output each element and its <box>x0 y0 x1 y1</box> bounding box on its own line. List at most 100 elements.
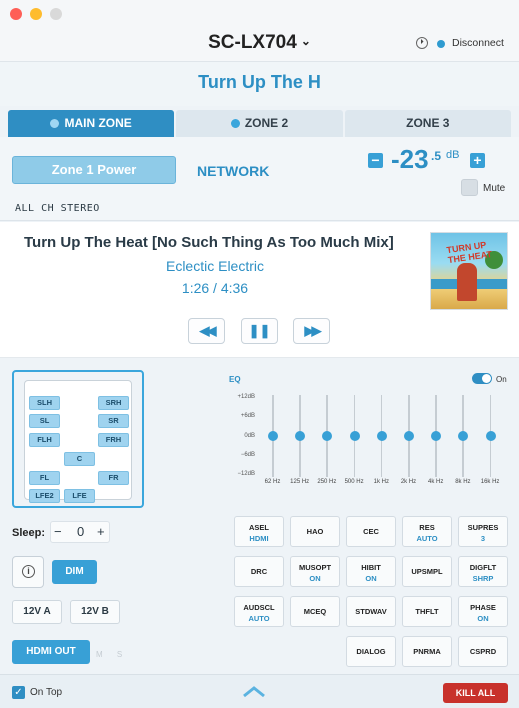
volume-down-button[interactable]: − <box>368 153 383 168</box>
command-asel-button[interactable]: ASEL HDMI <box>234 516 284 547</box>
speaker-frh: FRH <box>98 433 129 447</box>
footer-bar: ✓ On Top KILL ALL <box>0 674 519 708</box>
command-musopt-button[interactable]: MUSOPT ON <box>290 556 340 587</box>
eq-slider-knob[interactable] <box>485 431 496 441</box>
disconnect-button[interactable]: Disconnect <box>452 37 504 49</box>
on-top-checkbox[interactable]: ✓ <box>12 686 25 699</box>
eq-slider[interactable] <box>449 395 476 477</box>
tab-main-zone[interactable]: MAIN ZONE <box>8 110 175 137</box>
dim-button[interactable]: DIM <box>52 560 97 584</box>
command-drc-button[interactable]: DRC <box>234 556 284 587</box>
speaker-srh: SRH <box>98 396 129 410</box>
minimize-window-button[interactable] <box>30 8 42 20</box>
settings-panel: SLH SRH SL SR FLH FRH C FL FR LFE2 LFE E… <box>0 358 519 672</box>
info-icon: i <box>22 565 35 578</box>
command-hao-button[interactable]: HAO <box>290 516 340 547</box>
eq-band-label: 1k Hz <box>373 479 389 485</box>
command-label: RES <box>419 523 435 532</box>
now-playing-banner: Turn Up The H <box>0 62 519 106</box>
command-thflt-button[interactable]: THFLT <box>402 596 452 627</box>
sleep-decrease-button[interactable]: − <box>54 522 62 542</box>
command-digflt-button[interactable]: DIGFLT SHRP <box>458 556 508 587</box>
mute-label: Mute <box>483 183 506 194</box>
speaker-slh: SLH <box>29 396 60 410</box>
command-dialog-button[interactable]: DIALOG <box>346 636 396 667</box>
tab-zone-2[interactable]: ZONE 2 <box>176 110 343 137</box>
eq-slider-knob[interactable] <box>349 431 360 441</box>
chevron-down-icon: ⌄ <box>300 34 311 48</box>
volume-unit: dB <box>446 149 460 161</box>
command-label: CEC <box>363 527 379 536</box>
close-window-button[interactable] <box>10 8 22 20</box>
command-stdwav-button[interactable]: STDWAV <box>346 596 396 627</box>
sleep-value: 0 <box>77 524 85 539</box>
command-supres-button[interactable]: SUPRES 3 <box>458 516 508 547</box>
input-source[interactable]: NETWORK <box>197 163 269 179</box>
command-upsmpl-button[interactable]: UPSMPL <box>402 556 452 587</box>
eq-slider-knob[interactable] <box>322 431 333 441</box>
command-value: 3 <box>480 534 486 543</box>
info-button[interactable]: i <box>12 556 44 588</box>
pause-button[interactable]: ❚❚ <box>241 318 278 344</box>
speaker-flh: FLH <box>29 433 60 447</box>
command-label: SUPRES <box>467 523 499 532</box>
command-hibit-button[interactable]: HIBIT ON <box>346 556 396 587</box>
hdmi-out-button[interactable]: HDMI OUT <box>12 640 90 664</box>
eq-db-label: −6dB <box>240 452 255 458</box>
mute-checkbox[interactable] <box>461 179 478 196</box>
speaker-lfe2: LFE2 <box>29 489 60 503</box>
command-label: DIALOG <box>356 647 386 656</box>
command-audscl-button[interactable]: AUDSCL AUTO <box>234 596 284 627</box>
speaker-layout[interactable]: SLH SRH SL SR FLH FRH C FL FR LFE2 LFE <box>12 370 144 508</box>
eq-slider[interactable] <box>395 395 422 477</box>
eq-slider-knob[interactable] <box>431 431 442 441</box>
tab-zone-3[interactable]: ZONE 3 <box>344 110 511 137</box>
eq-slider-knob[interactable] <box>376 431 387 441</box>
listening-mode[interactable]: ALL CH STEREO <box>15 203 100 214</box>
connection-status-icon: ⏵ <box>416 37 428 49</box>
command-label: MUSOPT <box>298 563 332 572</box>
command-pnrma-button[interactable]: PNRMA <box>402 636 452 667</box>
eq-db-label: −12dB <box>237 471 255 477</box>
trigger-12v-b-button[interactable]: 12V B <box>70 600 120 624</box>
eq-slider[interactable] <box>259 395 286 477</box>
command-label: DRC <box>250 567 268 576</box>
command-label: HAO <box>306 527 324 536</box>
volume-decimal: .5 <box>431 149 442 163</box>
track-time: 1:26 / 4:36 <box>181 280 249 296</box>
command-cec-button[interactable]: CEC <box>346 516 396 547</box>
zone-power-button[interactable]: Zone 1 Power <box>12 156 176 184</box>
command-csprd-button[interactable]: CSPRD <box>458 636 508 667</box>
volume-up-button[interactable]: + <box>470 153 485 168</box>
artist-name: Eclectic Electric <box>165 258 265 274</box>
speaker-lfe: LFE <box>64 489 95 503</box>
command-phase-button[interactable]: PHASE ON <box>458 596 508 627</box>
command-mceq-button[interactable]: MCEQ <box>290 596 340 627</box>
chevron-up-icon[interactable] <box>242 685 266 699</box>
eq-slider[interactable] <box>313 395 340 477</box>
eq-band-label: 500 Hz <box>344 479 364 485</box>
eq-slider[interactable] <box>477 395 504 477</box>
command-value: AUTO <box>416 534 438 543</box>
eq-slider-knob[interactable] <box>295 431 306 441</box>
eq-slider[interactable] <box>368 395 395 477</box>
eq-toggle-label: On <box>496 375 507 384</box>
command-res-button[interactable]: RES AUTO <box>402 516 452 547</box>
eq-slider[interactable] <box>341 395 368 477</box>
eq-band-label: 2k Hz <box>400 479 417 485</box>
eq-db-label: 0dB <box>244 433 255 439</box>
sleep-increase-button[interactable]: + <box>97 522 105 542</box>
title-bar: SC-LX704 ⌄ ⏵ Disconnect <box>0 0 519 62</box>
eq-slider-knob[interactable] <box>268 431 278 441</box>
kill-all-button[interactable]: KILL ALL <box>443 683 508 703</box>
previous-track-button[interactable]: ◀◀ <box>188 318 225 344</box>
eq-slider-knob[interactable] <box>404 431 414 441</box>
eq-slider[interactable] <box>422 395 449 477</box>
next-track-button[interactable]: ▶▶ <box>293 318 330 344</box>
trigger-12v-a-button[interactable]: 12V A <box>12 600 62 624</box>
zone-active-dot-icon <box>50 119 60 128</box>
zoom-window-button[interactable] <box>50 8 62 20</box>
eq-slider[interactable] <box>286 395 313 477</box>
eq-toggle[interactable] <box>472 373 492 384</box>
eq-slider-knob[interactable] <box>458 431 469 441</box>
